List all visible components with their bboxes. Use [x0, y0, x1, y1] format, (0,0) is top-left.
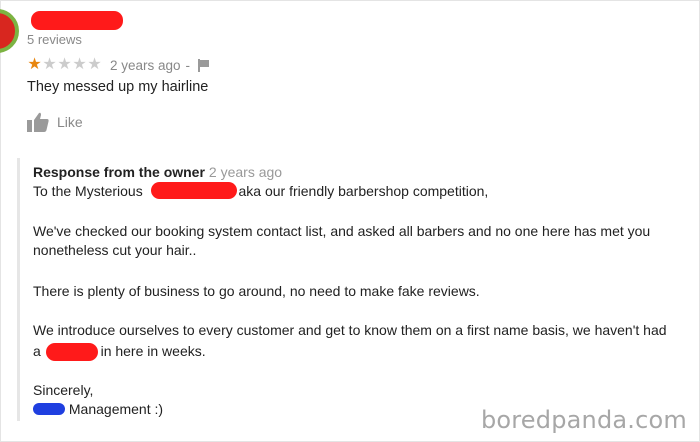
separator: -: [185, 57, 191, 73]
review-time: 2 years ago: [110, 57, 181, 73]
response-signoff: Sincerely,: [33, 382, 94, 398]
response-para-3: There is plenty of business to go around…: [33, 283, 480, 299]
redacted-reviewer-name: [31, 11, 123, 30]
star-rating: ★ ★ ★ ★ ★: [27, 57, 102, 73]
star-empty-icon: ★: [72, 56, 87, 73]
response-heading: Response from the owner: [33, 164, 205, 180]
response-line-1: To the Mysterious aka our friendly barbe…: [33, 183, 488, 200]
redacted-name-2: [46, 343, 98, 361]
star-empty-icon: ★: [87, 56, 102, 73]
redacted-signature-name: [33, 403, 65, 415]
response-greeting-cont: aka our friendly barbershop competition,: [238, 183, 489, 199]
like-button[interactable]: Like: [27, 112, 83, 132]
star-filled-icon: ★: [27, 56, 42, 73]
response-para-4-line-1: We introduce ourselves to every customer…: [33, 322, 667, 338]
review-text: They messed up my hairline: [27, 79, 209, 95]
response-greeting: To the Mysterious: [33, 183, 143, 199]
redacted-name-1: [151, 182, 237, 199]
star-empty-icon: ★: [57, 56, 72, 73]
star-empty-icon: ★: [42, 56, 57, 73]
thumbs-up-icon: [27, 112, 49, 132]
para4-end: in here in weeks.: [100, 343, 206, 359]
owner-response: Response from the owner 2 years ago To th…: [17, 158, 690, 421]
review-card: 5 reviews ★ ★ ★ ★ ★ 2 years ago - They messe…: [0, 0, 700, 442]
response-para-2-line-1: We've checked our booking system contact…: [33, 223, 651, 239]
para4-start: a: [33, 343, 41, 359]
reviewer-avatar[interactable]: [0, 9, 19, 53]
rating-row: ★ ★ ★ ★ ★ 2 years ago -: [27, 56, 210, 74]
response-para-2-line-2: nonetheless cut your hair..: [33, 242, 197, 258]
response-time: 2 years ago: [208, 164, 283, 180]
watermark: boredpanda.com: [480, 406, 687, 434]
response-heading-row: Response from the owner 2 years ago: [33, 164, 282, 181]
reviewer-review-count[interactable]: 5 reviews: [27, 32, 82, 47]
like-label: Like: [57, 114, 83, 130]
response-signature: Management :): [68, 401, 164, 417]
flag-icon[interactable]: [198, 58, 210, 72]
